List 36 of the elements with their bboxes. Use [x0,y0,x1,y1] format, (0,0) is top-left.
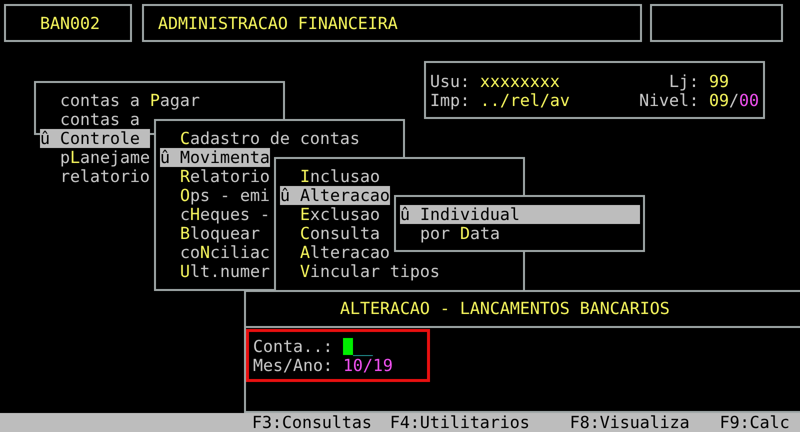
menu-item[interactable]: coNciliac [160,243,270,262]
function-key-hint[interactable]: F9:Calc [720,413,790,432]
user-info: Usu: xxxxxxxx [430,72,560,91]
menu-item[interactable]: Relatorio [160,167,270,186]
menu-item[interactable]: û Alteracao [280,186,390,205]
menu-item[interactable]: Ult.numer [160,262,270,281]
menu-item[interactable]: pLanejame [40,148,150,167]
menu-item[interactable]: Cadastro de contas [160,129,360,148]
function-key-hint[interactable]: F3:Consultas [252,413,372,432]
input-field[interactable]: __ [342,337,373,356]
menu-item[interactable]: Ops - emi [160,186,270,205]
menu-item[interactable]: Exclusao [280,205,390,224]
function-key-hint[interactable]: F8:Visualiza [570,413,690,432]
field-value: 10/19 [342,356,393,375]
menu-item[interactable]: û Movimenta [160,148,270,167]
menu-item[interactable]: por Data [400,224,640,243]
menu-item[interactable]: û Individual [400,205,640,224]
menu-item[interactable]: Vincular tipos [280,262,440,281]
screen-title: ADMINISTRACAO FINANCEIRA [158,14,398,32]
menu-item[interactable]: Inclusao [280,167,390,186]
menu-item[interactable]: Bloquear [160,224,270,243]
menu-item[interactable]: Consulta [280,224,390,243]
level-info: Nivel: 09/00 [639,91,759,110]
menu-item[interactable]: Alteracao [280,243,390,262]
menu-item[interactable]: relatorio [40,167,150,186]
printer-info: Imp: ../rel/av [430,91,570,110]
menu-item[interactable]: cHeques - [160,205,270,224]
menu-item[interactable]: contas a [40,110,150,129]
store-info: Lj: 99 [669,72,729,91]
form-title: ALTERACAO - LANCAMENTOS BANCARIOS [340,299,670,318]
field-label: Conta..: [253,337,333,356]
menu-item[interactable]: û Controle [40,129,150,148]
menu-item[interactable]: contas a Pagar [40,91,200,110]
program-code: BAN002 [40,14,100,32]
function-key-hint[interactable]: F4:Utilitarios [390,413,530,432]
field-label: Mes/Ano: [253,356,333,375]
